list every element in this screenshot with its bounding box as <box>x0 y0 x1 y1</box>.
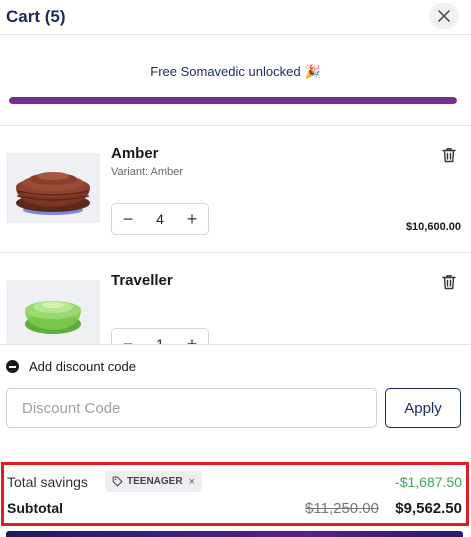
product-image-traveller <box>6 280 100 344</box>
quantity-value[interactable]: 4 <box>156 211 164 227</box>
promo-message: Free Somavedic unlocked 🎉 <box>0 64 471 80</box>
cart-item: Amber Variant: Amber − 4 + $10,600.00 <box>0 126 471 252</box>
party-icon: 🎉 <box>304 64 321 79</box>
cart-item: Traveller − 1 + <box>0 253 471 344</box>
total-savings-label: Total savings <box>7 474 88 490</box>
cart-title: Cart (5) <box>6 7 66 26</box>
minus-circle-icon <box>6 360 19 373</box>
divider <box>0 34 471 35</box>
subtotal-label: Subtotal <box>7 500 63 516</box>
quantity-stepper[interactable]: − 1 + <box>111 328 209 344</box>
discount-code-label: TEENAGER <box>127 476 183 487</box>
decrease-quantity-button[interactable]: − <box>121 335 135 344</box>
discounted-subtotal: $9,562.50 <box>395 500 462 517</box>
close-button[interactable] <box>429 3 459 29</box>
add-discount-toggle[interactable]: Add discount code <box>6 359 136 374</box>
total-savings-amount: -$1,687.50 <box>395 474 462 490</box>
cart-header: Cart (5) <box>0 0 471 34</box>
close-icon <box>438 10 450 22</box>
tag-icon <box>112 476 123 487</box>
promo-text: Free Somavedic unlocked <box>150 64 301 79</box>
checkout-button[interactable] <box>6 531 463 537</box>
original-subtotal: $11,250.00 <box>305 500 379 517</box>
quantity-stepper[interactable]: − 4 + <box>111 203 209 235</box>
remove-discount-button[interactable]: × <box>189 476 195 488</box>
discount-toggle-label: Add discount code <box>29 359 136 374</box>
apply-button[interactable]: Apply <box>385 388 461 428</box>
trash-icon[interactable] <box>440 146 458 164</box>
cart-summary: Total savings TEENAGER × -$1,687.50 Subt… <box>1 462 469 526</box>
promo-progress-bar <box>9 97 457 104</box>
decrease-quantity-button[interactable]: − <box>121 210 135 228</box>
discount-code-input[interactable] <box>6 388 377 428</box>
product-image-amber <box>6 153 100 223</box>
quantity-value[interactable]: 1 <box>156 336 164 344</box>
increase-quantity-button[interactable]: + <box>185 210 199 228</box>
cart-item-list[interactable]: Amber Variant: Amber − 4 + $10,600.00 Tr… <box>0 126 471 344</box>
item-name[interactable]: Traveller <box>111 272 173 289</box>
item-variant: Variant: Amber <box>111 166 183 178</box>
divider <box>0 344 471 345</box>
progress-fill <box>9 97 457 104</box>
trash-icon[interactable] <box>440 273 458 291</box>
increase-quantity-button[interactable]: + <box>185 335 199 344</box>
item-price: $10,600.00 <box>405 221 461 233</box>
discount-tag: TEENAGER × <box>105 471 202 492</box>
item-name[interactable]: Amber <box>111 145 159 162</box>
